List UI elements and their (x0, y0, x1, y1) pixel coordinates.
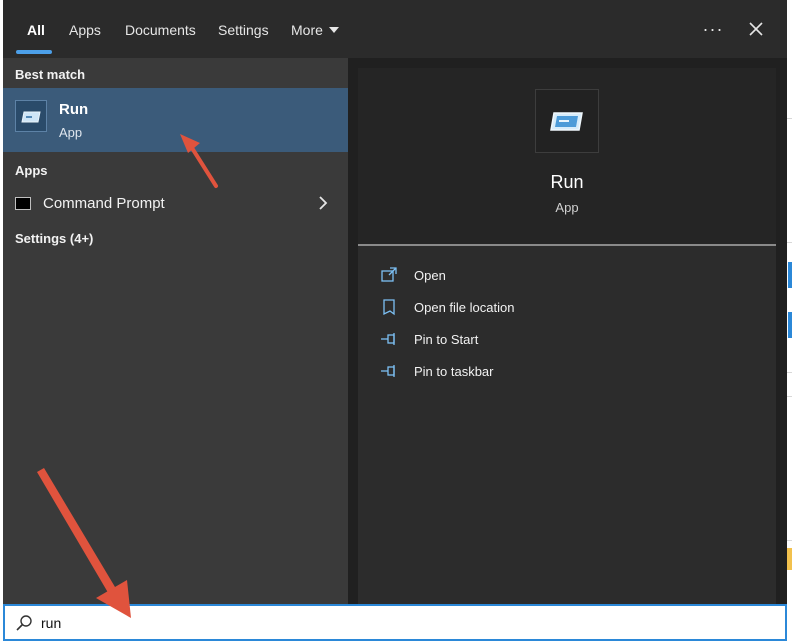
details-header: Run App (358, 68, 776, 245)
tab-label: All (27, 22, 45, 38)
ellipsis-icon: ··· (702, 19, 724, 39)
action-label: Pin to taskbar (414, 364, 494, 379)
open-icon (381, 267, 397, 282)
tab-label: Documents (125, 22, 196, 38)
best-match-title: Run (59, 101, 89, 118)
results-list: Best match Run App Apps Command Prompt S… (3, 58, 348, 604)
app-item-command-prompt[interactable]: Command Prompt (3, 188, 348, 220)
apps-header: Apps (15, 163, 48, 178)
settings-header[interactable]: Settings (4+) (15, 231, 93, 246)
file-location-icon (383, 299, 395, 316)
more-options-button[interactable]: ··· (696, 12, 730, 46)
chevron-right-icon[interactable] (316, 196, 330, 210)
background-accent (788, 262, 792, 288)
tab-settings[interactable]: Settings (218, 0, 269, 58)
action-label: Pin to Start (414, 332, 479, 347)
caret-down-icon (328, 27, 339, 34)
search-window: All Apps Documents Settings More ··· Bes… (3, 0, 787, 641)
command-prompt-icon (15, 197, 31, 210)
divider (358, 244, 776, 246)
pin-icon (381, 333, 395, 345)
tab-label: More (291, 22, 323, 38)
run-icon (15, 100, 47, 132)
best-match-header: Best match (15, 67, 86, 82)
action-open[interactable]: Open (380, 263, 760, 289)
app-item-label: Command Prompt (43, 195, 165, 212)
best-match-run[interactable]: Run App (3, 88, 348, 152)
search-input[interactable] (41, 612, 741, 634)
details-pane: Run App Open Open file location Pin to S… (358, 68, 776, 604)
tab-apps[interactable]: Apps (69, 0, 101, 58)
close-icon (749, 22, 763, 36)
details-title: Run (550, 172, 584, 192)
action-label: Open file location (414, 300, 515, 315)
action-label: Open (414, 268, 446, 283)
search-filter-bar: All Apps Documents Settings More ··· (3, 0, 787, 58)
search-box[interactable] (3, 604, 787, 641)
best-match-subtitle: App (59, 125, 83, 140)
run-icon (535, 89, 599, 153)
tab-label: Settings (218, 22, 269, 38)
close-button[interactable] (739, 12, 773, 46)
tab-label: Apps (69, 22, 101, 38)
background-accent (788, 312, 792, 338)
tab-more[interactable]: More (291, 0, 339, 58)
active-tab-indicator (16, 50, 52, 54)
action-pin-to-taskbar[interactable]: Pin to taskbar (380, 359, 760, 385)
action-pin-to-start[interactable]: Pin to Start (380, 327, 760, 353)
details-subtitle: App (555, 200, 579, 215)
search-icon (16, 615, 32, 631)
pin-icon (381, 365, 395, 377)
action-open-file-location[interactable]: Open file location (380, 295, 760, 321)
tab-documents[interactable]: Documents (125, 0, 196, 58)
